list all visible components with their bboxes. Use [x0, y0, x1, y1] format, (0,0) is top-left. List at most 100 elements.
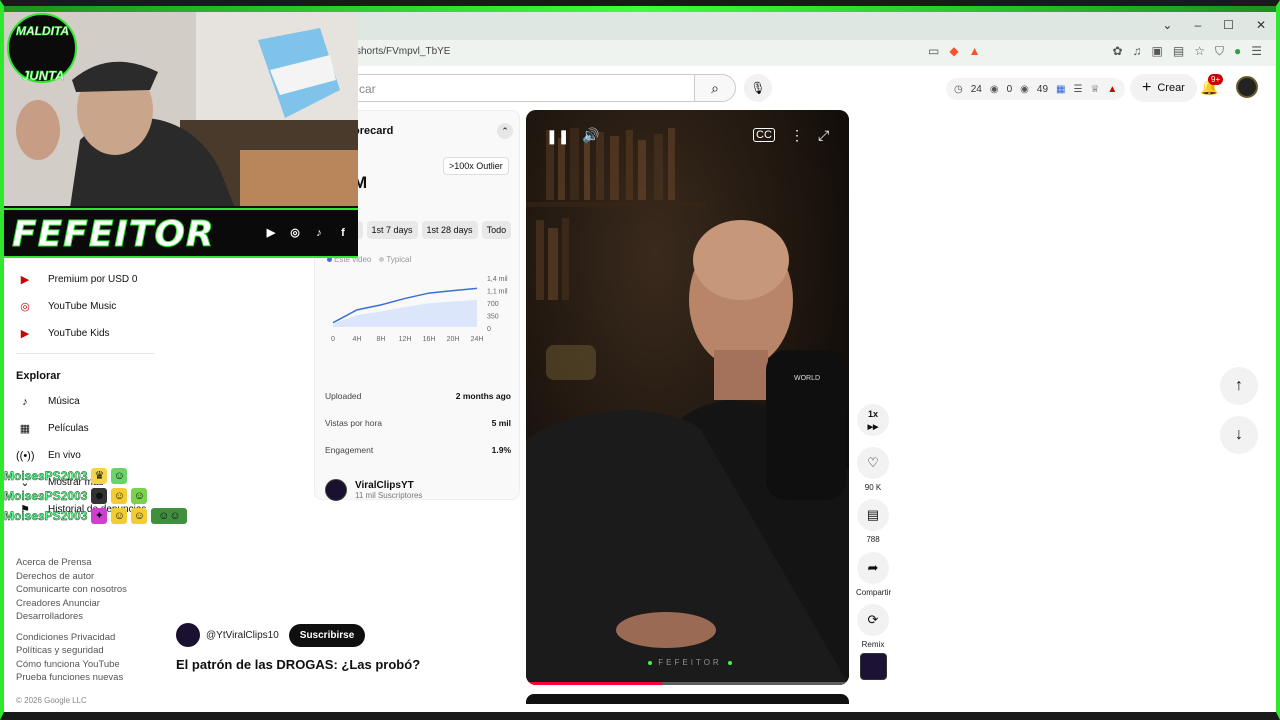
search-button[interactable]: ⌕: [694, 74, 736, 102]
stat-value: 49: [1036, 83, 1049, 95]
more-icon[interactable]: ⋮: [790, 127, 804, 144]
stat-row-engagement: Engagement 1.9%: [325, 445, 511, 455]
comment-action[interactable]: ▤ 788: [856, 499, 890, 544]
captions-icon[interactable]: CC: [753, 128, 775, 142]
sidebar-item-music[interactable]: ◎ YouTube Music: [4, 293, 160, 320]
views-chart: 0 4H 8H 12H 16H 20H 24H 1,4 mil 1,1 mil 700 350 0: [331, 276, 508, 343]
footer-links[interactable]: Prueba funciones nuevas: [16, 671, 156, 685]
chat-username: MoisesPS2003: [4, 469, 88, 483]
chat-overlay: MoisesPS2003 ♛ ☺ MoisesPS2003 ☻ ☺ ☺ Mois…: [4, 466, 188, 526]
shield-icon[interactable]: ⛉: [1215, 44, 1224, 59]
footer-links[interactable]: Desarrolladores: [16, 610, 156, 624]
sidebar-item-kids[interactable]: ▶ YouTube Kids: [4, 320, 160, 347]
footer-links[interactable]: Políticas y seguridad: [16, 644, 156, 658]
fullscreen-icon[interactable]: ⤢: [818, 127, 829, 144]
pause-icon[interactable]: ❚❚: [546, 128, 569, 145]
share-action[interactable]: ➦ Compartir: [856, 552, 891, 597]
share-icon[interactable]: ➦: [857, 552, 889, 584]
volume-icon[interactable]: 🔊: [582, 127, 599, 144]
extension-icon[interactable]: ✿: [1112, 44, 1122, 59]
footer-links[interactable]: Condiciones Privacidad: [16, 631, 156, 645]
extension-icons: ✿ ♫ ▣ ▤ ☆ ⛉ ● ☰: [1112, 44, 1262, 59]
sidebar-item-musica[interactable]: ♪ Música: [4, 388, 160, 415]
film-icon: ▦: [19, 423, 31, 435]
x-tick-label: 4H: [353, 336, 362, 343]
menu-icon[interactable]: ☰: [1251, 44, 1262, 59]
youtube-music-icon: ◎: [20, 301, 30, 313]
avatar[interactable]: [1236, 76, 1258, 98]
cast-icon[interactable]: ▭: [928, 44, 939, 58]
footer-links[interactable]: Creadores Anunciar: [16, 597, 156, 611]
like-count: 90 K: [864, 483, 882, 492]
search-input[interactable]: car: [344, 74, 694, 102]
brave-shield-icon[interactable]: ◆: [949, 44, 958, 58]
close-icon[interactable]: ✕: [1256, 18, 1266, 32]
trophy-icon: ♕: [1090, 83, 1100, 95]
speed-control[interactable]: 1x ▶▶: [856, 404, 890, 436]
sound-thumbnail[interactable]: [860, 653, 887, 680]
maximize-icon[interactable]: ☐: [1223, 18, 1234, 32]
vpn-icon[interactable]: ●: [1234, 44, 1241, 59]
sidebar-icon[interactable]: ▤: [1173, 44, 1184, 59]
tab-7-days[interactable]: 1st 7 days: [366, 221, 418, 239]
footer-links[interactable]: Cómo funciona YouTube: [16, 658, 156, 672]
arrow-up-icon[interactable]: ↑: [1220, 367, 1258, 405]
create-button[interactable]: + Crear: [1130, 74, 1197, 102]
next-video-peek[interactable]: [526, 694, 849, 704]
tab-icon[interactable]: ▣: [1152, 44, 1163, 59]
stats-pill[interactable]: ◷ 24 ◉ 0 ◉ 49 ▦ ☰ ♕ ▲: [946, 78, 1126, 100]
sidebar-item-en-vivo[interactable]: ((•)) En vivo: [4, 442, 160, 469]
divider: [16, 353, 154, 354]
progress-bar[interactable]: [526, 682, 849, 685]
footer-links[interactable]: Acerca de Prensa: [16, 556, 156, 570]
subscribe-button[interactable]: Suscribirse: [288, 623, 366, 647]
music-icon[interactable]: ♫: [1133, 44, 1142, 59]
scorecard-channel[interactable]: ViralClipsYT 11 mil Suscriptores: [325, 479, 422, 501]
sidebar-footer: Acerca de Prensa Derechos de autor Comun…: [16, 556, 156, 692]
star-icon[interactable]: ☆: [1194, 44, 1205, 59]
range-tabs: rs 1st 7 days 1st 28 days Todo: [345, 221, 512, 239]
face-emote-icon: ☻: [91, 488, 108, 504]
footer-links[interactable]: Comunicarte con nosotros: [16, 583, 156, 597]
brave-rewards-icon[interactable]: ▲: [969, 44, 981, 58]
remix-action[interactable]: ⟳ Remix: [856, 604, 890, 649]
tab-28-days[interactable]: 1st 28 days: [421, 221, 478, 239]
mic-icon: 🎙: [750, 81, 766, 95]
chevron-down-icon[interactable]: ⌄: [1162, 18, 1172, 32]
video-player[interactable]: WORLD ❚❚ 🔊 CC ⋮ ⤢ FEFEITOR: [526, 110, 849, 685]
clock-icon: ◷: [954, 83, 963, 95]
stat-value: 24: [970, 83, 982, 95]
arrow-down-icon[interactable]: ↓: [1220, 416, 1258, 454]
speed-button[interactable]: 1x ▶▶: [857, 404, 889, 436]
create-label: Crear: [1157, 82, 1185, 94]
sidebar-item-label: En vivo: [48, 450, 81, 461]
channel-handle[interactable]: @YtViralClips10: [206, 630, 279, 641]
address-bar-icons: ▭ ◆ ▲: [928, 44, 980, 58]
like-action[interactable]: ♡ 90 K: [856, 447, 890, 492]
channel-avatar[interactable]: [176, 623, 200, 647]
live-icon: ((•)): [16, 449, 35, 462]
chevron-up-icon[interactable]: ⌃: [497, 123, 513, 139]
voice-search-button[interactable]: 🎙: [744, 74, 772, 102]
address-bar[interactable]: shorts/FVmpvl_TbYE: [356, 46, 450, 57]
laugh-emote-icon: ☺: [111, 508, 128, 524]
sidebar-item-label: Premium por USD 0: [48, 274, 138, 285]
channel-avatar: [325, 479, 347, 501]
comment-icon[interactable]: ▤: [857, 499, 889, 531]
footer-links[interactable]: Derechos de autor: [16, 570, 156, 584]
top-neon-bar: [0, 0, 1280, 12]
x-tick-label: 12H: [399, 336, 412, 343]
copyright: © 2026 Google LLC: [16, 696, 87, 705]
window-controls: ⌄ – ☐ ✕: [1162, 18, 1266, 32]
sidebar-item-premium[interactable]: ▶ Premium por USD 0: [4, 266, 160, 293]
section-heading: Explorar: [16, 370, 61, 382]
minimize-icon[interactable]: –: [1194, 18, 1201, 32]
x-tick-label: 16H: [423, 336, 436, 343]
like-icon[interactable]: ♡: [857, 447, 889, 479]
sidebar-item-peliculas[interactable]: ▦ Películas: [4, 415, 160, 442]
tab-all[interactable]: Todo: [481, 221, 512, 239]
remix-icon[interactable]: ⟳: [857, 604, 889, 636]
short-title[interactable]: El patrón de las DROGAS: ¿Las probó?: [176, 657, 420, 672]
sidebar-item-label: Películas: [48, 423, 89, 434]
y-tick-label: 350: [487, 314, 499, 321]
